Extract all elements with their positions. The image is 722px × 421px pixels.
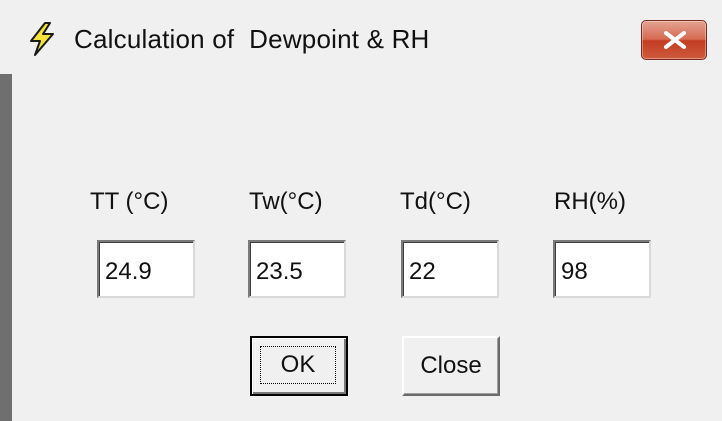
ok-button[interactable]: OK <box>250 336 348 396</box>
label-tt: TT (°C) <box>90 188 169 215</box>
label-rh: RH(%) <box>554 188 626 215</box>
close-button[interactable]: Close <box>402 336 500 396</box>
close-x-icon <box>664 31 686 49</box>
title-bar[interactable]: Calculation of Dewpoint & RH <box>0 0 722 74</box>
td-input[interactable] <box>401 240 499 298</box>
dialog-window: Calculation of Dewpoint & RH TT (°C) Tw(… <box>0 0 722 421</box>
tw-input[interactable] <box>248 240 346 298</box>
window-title: Calculation of Dewpoint & RH <box>74 24 430 54</box>
window-close-button[interactable] <box>641 20 707 60</box>
lightning-bolt-icon <box>28 22 58 56</box>
tt-input[interactable] <box>97 240 195 298</box>
label-tw: Tw(°C) <box>249 188 323 215</box>
label-td: Td(°C) <box>400 188 471 215</box>
rh-input[interactable] <box>553 240 651 298</box>
ok-button-label: OK <box>260 346 336 384</box>
